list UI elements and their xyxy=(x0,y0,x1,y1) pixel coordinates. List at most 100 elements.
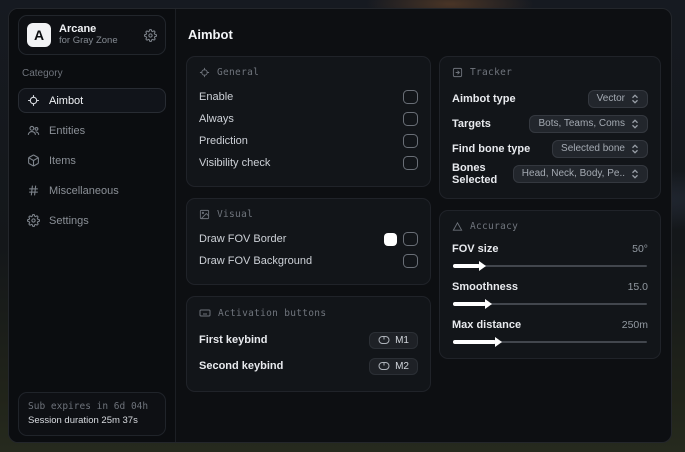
game-background: A Arcane for Gray Zone Category Aimbot E… xyxy=(0,0,685,452)
setting-row: Enable xyxy=(199,86,418,108)
setting-row: Aimbot type Vector xyxy=(452,86,648,111)
gear-icon[interactable] xyxy=(144,28,157,42)
grid-icon xyxy=(27,184,40,197)
setting-label: Visibility check xyxy=(199,157,271,169)
slider-value: 15.0 xyxy=(627,281,648,293)
scan-icon xyxy=(452,67,463,78)
session-duration-text: Session duration 25m 37s xyxy=(28,414,138,426)
sidebar-item-aimbot[interactable]: Aimbot xyxy=(18,88,166,113)
crosshair-icon xyxy=(27,94,40,107)
category-label: Category xyxy=(22,68,63,79)
select-value: Bots, Teams, Coms xyxy=(538,118,625,129)
smoothness-slider[interactable] xyxy=(453,299,647,309)
draw-fov-background-checkbox[interactable] xyxy=(403,254,418,268)
enable-checkbox[interactable] xyxy=(403,90,418,104)
crosshair-icon xyxy=(199,67,210,78)
sidebar-item-entities[interactable]: Entities xyxy=(18,118,166,143)
card-title: General xyxy=(217,67,260,78)
slider-label: Max distance xyxy=(452,319,522,331)
setting-label: First keybind xyxy=(199,334,268,346)
sidebar-item-label: Miscellaneous xyxy=(49,184,119,197)
slider-value: 50° xyxy=(632,243,648,255)
page-title: Aimbot xyxy=(188,27,233,42)
slider-thumb[interactable] xyxy=(484,299,492,309)
setting-label: Targets xyxy=(452,117,491,130)
setting-label: Prediction xyxy=(199,135,248,147)
gear-icon xyxy=(27,214,40,227)
fov-border-color-swatch[interactable] xyxy=(384,232,397,246)
chevron-up-down-icon xyxy=(631,143,639,154)
setting-row: Bones Selected Head, Neck, Body, Pe.. xyxy=(452,161,648,186)
entities-icon xyxy=(27,124,40,137)
image-icon xyxy=(199,209,210,220)
general-card: General Enable Always Prediction Visibil… xyxy=(186,56,431,187)
select-value: Vector xyxy=(596,93,625,104)
sidebar-item-miscellaneous[interactable]: Miscellaneous xyxy=(18,178,166,203)
subscription-info-card: Sub expires in 6d 04h Session duration 2… xyxy=(18,391,166,436)
items-icon xyxy=(27,154,40,167)
fov-size-slider[interactable] xyxy=(453,261,647,271)
draw-fov-border-checkbox[interactable] xyxy=(403,232,418,246)
sidebar-item-label: Settings xyxy=(49,214,89,227)
setting-label: Always xyxy=(199,113,234,125)
slider-thumb[interactable] xyxy=(494,337,502,347)
card-title: Activation buttons xyxy=(218,307,327,319)
app-logo: A xyxy=(27,23,51,47)
prediction-checkbox[interactable] xyxy=(403,134,418,148)
select-value: Head, Neck, Body, Pe.. xyxy=(521,168,625,179)
always-checkbox[interactable] xyxy=(403,112,418,126)
main-content: Aimbot General Enable Always Prediction … xyxy=(176,9,671,442)
second-keybind-button[interactable]: M2 xyxy=(369,357,418,375)
app-logo-card: A Arcane for Gray Zone xyxy=(18,15,166,55)
sidebar-nav: Aimbot Entities Items Miscellaneous Sett… xyxy=(18,88,166,233)
app-name: Arcane xyxy=(59,23,97,36)
app-window: A Arcane for Gray Zone Category Aimbot E… xyxy=(8,8,672,443)
sidebar: A Arcane for Gray Zone Category Aimbot E… xyxy=(9,9,176,442)
first-keybind-button[interactable]: M1 xyxy=(369,331,418,349)
sidebar-item-items[interactable]: Items xyxy=(18,148,166,173)
sidebar-item-label: Items xyxy=(49,154,76,167)
slider-row: FOV size 50° xyxy=(452,240,648,271)
setting-row: Find bone type Selected bone xyxy=(452,136,648,161)
visual-card: Visual Draw FOV Border Draw FOV Backgrou… xyxy=(186,198,431,285)
setting-label: Aimbot type xyxy=(452,92,516,105)
targets-select[interactable]: Bots, Teams, Coms xyxy=(529,114,648,133)
setting-label: Find bone type xyxy=(452,142,531,155)
slider-label: FOV size xyxy=(452,243,499,255)
keybind-value: M1 xyxy=(395,334,409,346)
card-title: Accuracy xyxy=(470,221,519,232)
setting-row: Targets Bots, Teams, Coms xyxy=(452,111,648,136)
sidebar-item-label: Aimbot xyxy=(49,94,84,107)
activation-buttons-card: Activation buttons First keybind M1 Seco… xyxy=(186,296,431,392)
setting-label: Enable xyxy=(199,91,234,103)
slider-label: Smoothness xyxy=(452,281,519,293)
keyboard-icon xyxy=(199,307,211,319)
card-title: Tracker xyxy=(470,67,513,78)
setting-row: Second keybind M2 xyxy=(199,353,418,379)
chevron-up-down-icon xyxy=(631,168,639,179)
sidebar-item-settings[interactable]: Settings xyxy=(18,208,166,233)
setting-row: Prediction xyxy=(199,130,418,152)
setting-row: Draw FOV Background xyxy=(199,250,418,272)
mouse-icon xyxy=(378,361,390,371)
sidebar-item-label: Entities xyxy=(49,124,86,137)
find-bone-type-select[interactable]: Selected bone xyxy=(552,139,648,158)
setting-row: Always xyxy=(199,108,418,130)
max-distance-slider[interactable] xyxy=(453,337,647,347)
bones-selected-select[interactable]: Head, Neck, Body, Pe.. xyxy=(512,164,648,183)
slider-row: Max distance 250m xyxy=(452,316,648,347)
keybind-value: M2 xyxy=(395,360,409,372)
aimbot-type-select[interactable]: Vector xyxy=(587,89,648,108)
card-title: Visual xyxy=(217,209,254,220)
slider-value: 250m xyxy=(621,319,648,331)
setting-label: Draw FOV Border xyxy=(199,233,287,245)
accuracy-card: Accuracy FOV size 50° Smoothness 15.0 Ma… xyxy=(439,210,661,359)
setting-label: Bones Selected xyxy=(452,161,498,186)
setting-label: Draw FOV Background xyxy=(199,255,313,267)
setting-row: First keybind M1 xyxy=(199,327,418,353)
slider-thumb[interactable] xyxy=(479,261,487,271)
setting-row: Visibility check xyxy=(199,152,418,174)
mouse-icon xyxy=(378,335,390,345)
setting-row: Draw FOV Border xyxy=(199,228,418,250)
visibility-check-checkbox[interactable] xyxy=(403,156,418,170)
